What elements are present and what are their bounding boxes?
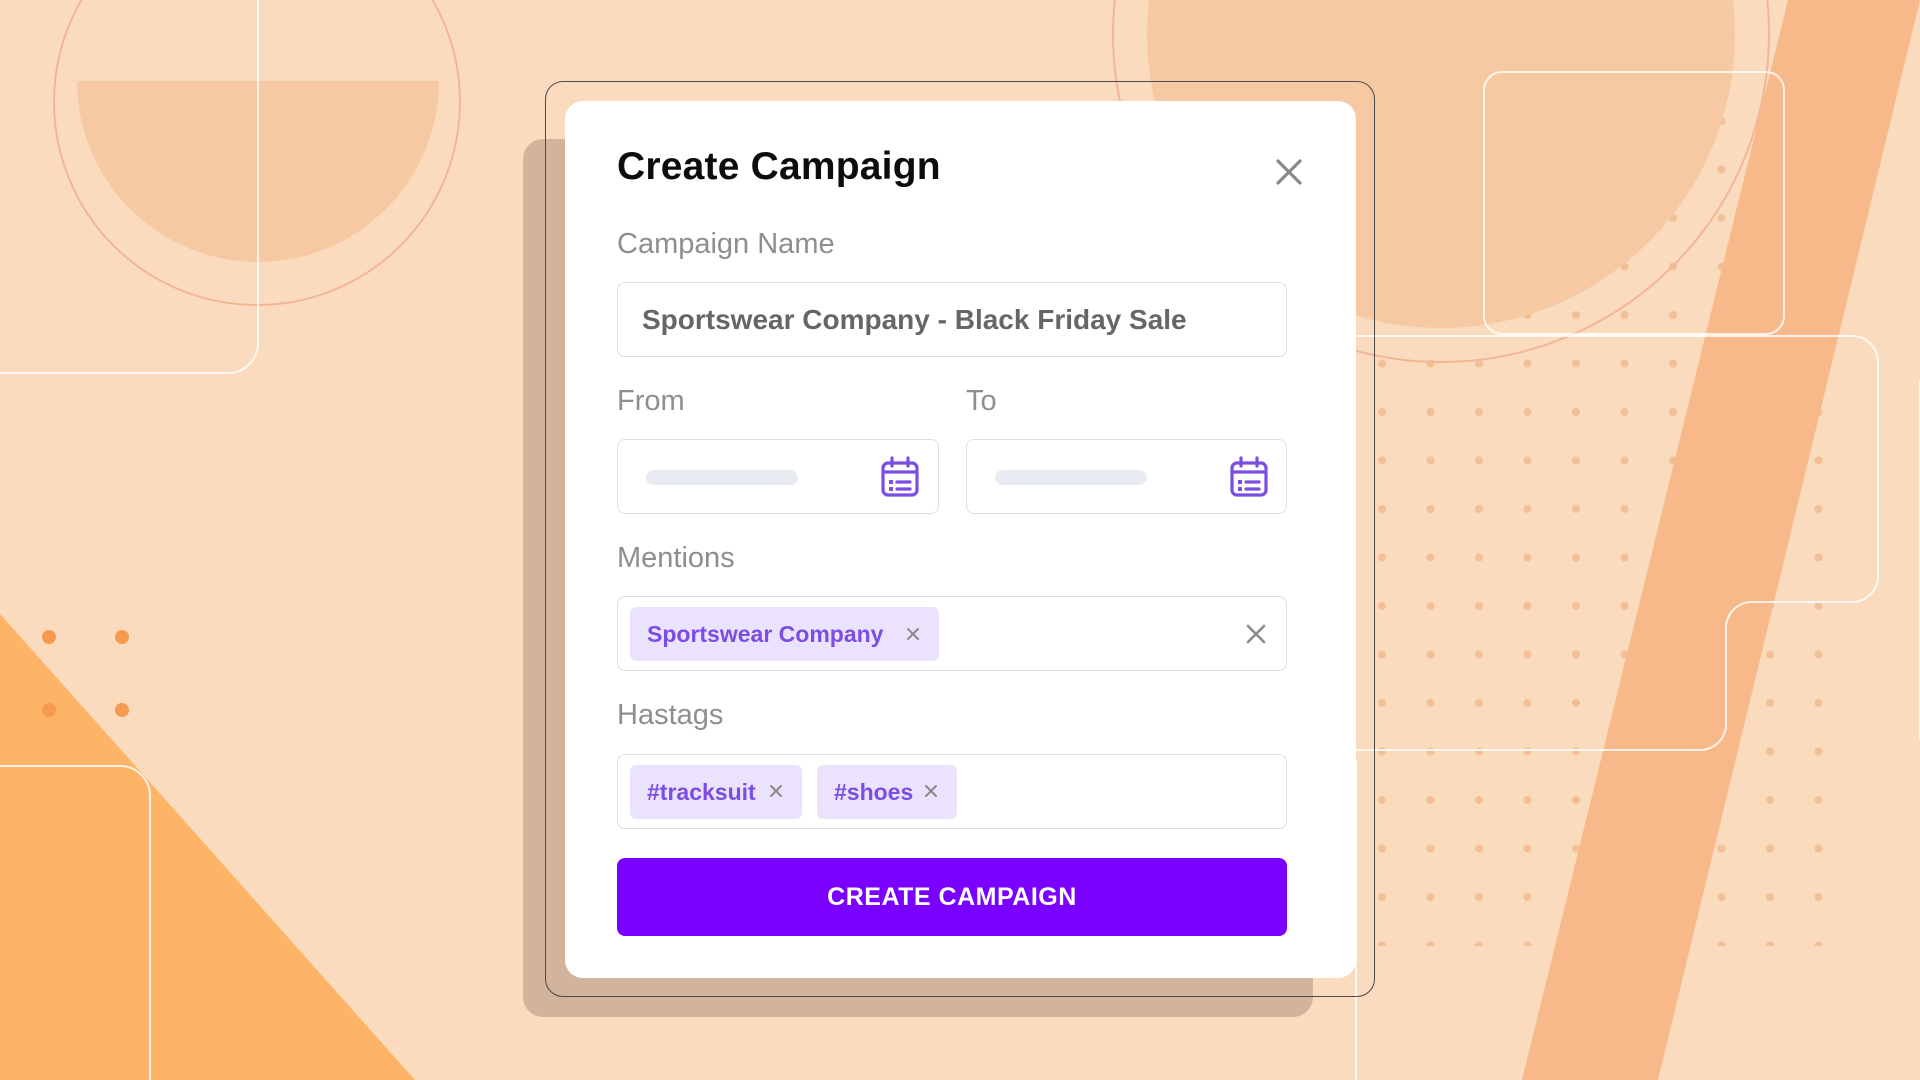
- close-icon[interactable]: [1272, 155, 1306, 189]
- date-placeholder: [646, 470, 798, 485]
- to-date-field[interactable]: [966, 439, 1287, 514]
- create-campaign-dialog: Create Campaign Campaign Name From To: [565, 101, 1356, 978]
- campaign-name-label: Campaign Name: [617, 228, 835, 260]
- create-campaign-button[interactable]: CREATE CAMPAIGN: [617, 858, 1287, 936]
- chip-label: Sportswear Company: [647, 620, 884, 647]
- calendar-icon[interactable]: [880, 456, 920, 498]
- date-placeholder: [995, 470, 1147, 485]
- orange-triangle: [0, 614, 415, 1080]
- from-date-field[interactable]: [617, 439, 939, 514]
- dialog-title: Create Campaign: [617, 145, 941, 188]
- chip-label: #shoes: [834, 778, 914, 805]
- to-label: To: [966, 385, 997, 417]
- campaign-name-input[interactable]: [617, 282, 1287, 357]
- from-label: From: [617, 385, 685, 417]
- close-icon[interactable]: [1246, 624, 1266, 644]
- mentions-label: Mentions: [617, 542, 735, 574]
- x-icon[interactable]: [768, 783, 784, 799]
- x-icon[interactable]: [905, 626, 921, 642]
- hashtags-field[interactable]: #tracksuit #shoes: [617, 754, 1287, 829]
- calendar-icon[interactable]: [1229, 456, 1269, 498]
- hashtags-label: Hastags: [617, 699, 724, 731]
- chip-label: #tracksuit: [647, 778, 756, 805]
- x-icon[interactable]: [923, 783, 939, 799]
- mention-chip: Sportswear Company: [630, 607, 939, 661]
- mentions-field[interactable]: Sportswear Company: [617, 596, 1287, 671]
